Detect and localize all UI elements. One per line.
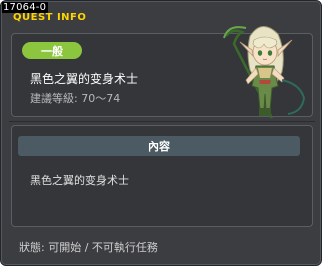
quest-content-panel: 內容 黑色之翼的变身术士	[11, 125, 313, 227]
content-header: 內容	[18, 136, 300, 156]
quest-status: 狀態: 可開始 / 不可執行任務	[19, 241, 158, 254]
quest-summary-panel: 一般 黑色之翼的变身术士 建議等級: 70～74	[11, 26, 313, 119]
content-text: 黑色之翼的变身术士	[30, 174, 129, 187]
window-title: QUEST INFO	[13, 12, 87, 23]
quest-info-window: 17064-0 QUEST INFO 一般 黑色之翼的变身术士 建議等級: 70…	[0, 0, 322, 266]
quest-type-badge: 一般	[22, 42, 82, 59]
npc-portrait-icon	[212, 14, 312, 120]
recommended-level: 建議等級: 70～74	[30, 92, 121, 105]
section-divider	[9, 121, 315, 122]
quest-name: 黑色之翼的变身术士	[30, 72, 139, 86]
